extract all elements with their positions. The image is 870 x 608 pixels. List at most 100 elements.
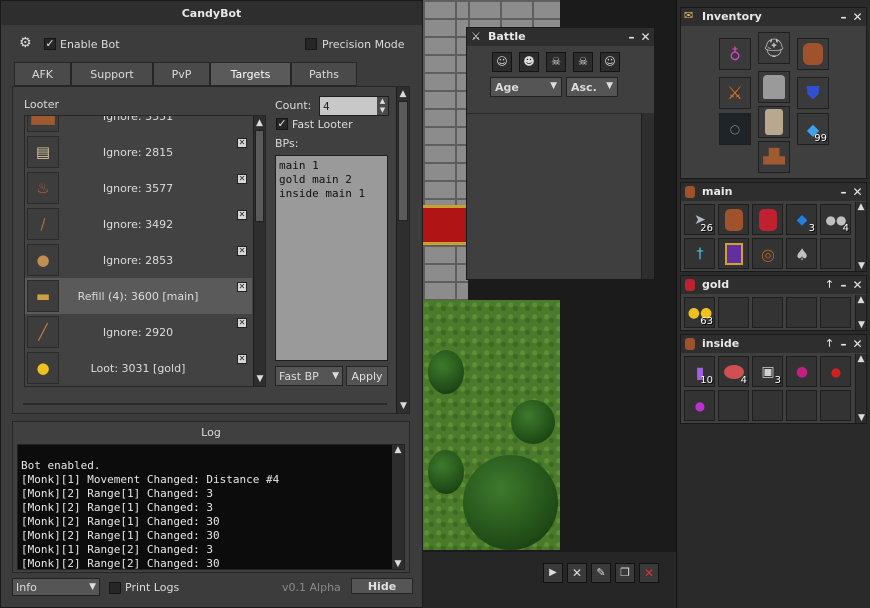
filter-party-icon[interactable]: ☺ (600, 52, 620, 72)
bp-entry[interactable]: inside main 1 (279, 187, 384, 201)
looter-scrollbar[interactable]: ▲ ▼ (253, 116, 265, 386)
helmet-slot[interactable]: ⛑ (758, 32, 790, 64)
gold-title-bar[interactable]: gold 🡑 – ✕ (681, 276, 866, 294)
chevron-down-icon[interactable]: ▼ (856, 413, 867, 423)
tab-pvp[interactable]: PvP (153, 62, 210, 86)
empty-slot[interactable] (786, 297, 817, 328)
enable-bot-checkbox[interactable] (44, 38, 56, 50)
weapon-slot[interactable]: ⚔ (719, 77, 751, 109)
item-slot[interactable] (752, 204, 783, 235)
looter-row[interactable]: / Ignore: 3492 ✕ (25, 206, 252, 242)
precision-mode-checkbox[interactable] (305, 38, 317, 50)
chevron-down-icon[interactable]: ▼ (392, 559, 404, 569)
chevron-down-icon[interactable]: ▼ (397, 401, 410, 411)
main-scrollbar[interactable]: ▲ ▼ (855, 202, 866, 271)
remove-row-icon[interactable]: ✕ (237, 138, 247, 148)
looter-row[interactable]: ▟▙Ignore: 3351✕ (25, 116, 252, 134)
minimize-icon[interactable]: – (837, 278, 850, 292)
scroll-thumb[interactable] (255, 130, 264, 222)
item-slot[interactable]: ▣ 3 (752, 356, 783, 387)
shield-slot[interactable]: ⛊ (797, 77, 829, 109)
empty-slot[interactable] (752, 390, 783, 421)
up-arrow-icon[interactable]: 🡑 (823, 337, 836, 351)
gear-icon[interactable]: ⚙ (19, 35, 32, 51)
empty-slot[interactable] (820, 297, 851, 328)
up-arrow-icon[interactable]: 🡑 (823, 278, 836, 292)
remove-row-icon[interactable]: ✕ (237, 354, 247, 364)
necklace-slot[interactable]: ♁ (719, 38, 751, 70)
inside-title-bar[interactable]: inside 🡑 – ✕ (681, 335, 866, 353)
filter-skulls-icon[interactable]: ☠ (573, 52, 593, 72)
close-icon[interactable]: ✕ (851, 185, 864, 199)
empty-slot[interactable] (786, 390, 817, 421)
item-slot[interactable]: ◆ 3 (786, 204, 817, 235)
remove-row-icon[interactable]: ✕ (237, 318, 247, 328)
item-slot[interactable]: ● (684, 390, 715, 421)
fast-bp-select[interactable]: Fast BP ▼ (275, 366, 343, 386)
print-logs-checkbox[interactable] (109, 582, 121, 594)
tab-afk[interactable]: AFK (14, 62, 71, 86)
close-red-icon[interactable]: ✕ (639, 563, 659, 583)
filter-npcs-icon[interactable]: ☻ (519, 52, 539, 72)
remove-row-icon[interactable]: ✕ (237, 174, 247, 184)
window-icon[interactable]: ❐ (615, 563, 635, 583)
close-icon[interactable]: ✕ (851, 278, 864, 292)
item-slot[interactable]: † (684, 238, 715, 269)
filter-players-icon[interactable]: ☺ (492, 52, 512, 72)
chevron-down-icon[interactable]: ▼ (856, 320, 867, 330)
empty-slot[interactable] (752, 297, 783, 328)
close-icon[interactable]: ✕ (639, 30, 652, 44)
panel-scrollbar[interactable]: ▲ ▼ (396, 87, 409, 413)
chevron-up-icon[interactable]: ▲ (392, 445, 404, 455)
chevron-up-icon[interactable]: ▲ (856, 354, 866, 364)
looter-row[interactable]: ♨ Ignore: 3577 ✕ (25, 170, 252, 206)
looter-row[interactable]: ● Loot: 3031 [gold] ✕ (25, 350, 252, 386)
tab-support[interactable]: Support (71, 62, 153, 86)
item-slot[interactable]: ●● 63 (684, 297, 715, 328)
minimize-icon[interactable]: – (837, 337, 850, 351)
armor-slot[interactable] (758, 71, 790, 103)
bp-entry[interactable]: main 1 (279, 159, 384, 173)
bps-list[interactable]: main 1 gold main 2 inside main 1 (275, 155, 388, 361)
scroll-thumb[interactable] (398, 101, 408, 221)
gold-scrollbar[interactable]: ▲ ▼ (855, 295, 866, 330)
remove-row-icon[interactable]: ✕ (237, 210, 247, 220)
item-slot[interactable] (718, 238, 749, 269)
feet-slot[interactable]: ▟▙ (758, 141, 790, 173)
looter-row[interactable]: ● Ignore: 2853 ✕ (25, 242, 252, 278)
ring-slot[interactable]: ○ (719, 113, 751, 145)
sort-by-select[interactable]: Age ▼ (490, 77, 562, 97)
candybot-title-bar[interactable]: CandyBot (1, 1, 422, 25)
minimize-icon[interactable]: – (625, 30, 638, 44)
bp-entry[interactable]: gold main 2 (279, 173, 384, 187)
legs-slot[interactable] (758, 106, 790, 138)
backpack-slot[interactable] (797, 38, 829, 70)
chevron-up-icon[interactable]: ▲ (397, 89, 409, 99)
log-output[interactable]: Bot enabled. [Monk][1] Movement Changed: … (17, 444, 405, 570)
item-slot[interactable]: ♠ (786, 238, 817, 269)
tab-targets[interactable]: Targets (210, 62, 291, 86)
item-slot[interactable]: ➤ 26 (684, 204, 715, 235)
battle-scrollbar[interactable] (641, 113, 654, 279)
item-slot[interactable]: ● (820, 356, 851, 387)
tab-paths[interactable]: Paths (291, 62, 357, 86)
close-icon[interactable]: ✕ (851, 337, 864, 351)
log-scrollbar[interactable]: ▲ ▼ (392, 445, 404, 569)
battle-title-bar[interactable]: ⚔ Battle – ✕ (467, 28, 654, 46)
cancel-icon[interactable]: ✕ (567, 563, 587, 583)
chevron-up-icon[interactable]: ▲ (254, 118, 265, 128)
item-slot[interactable]: 4 (718, 356, 749, 387)
minimize-icon[interactable]: – (837, 185, 850, 199)
item-slot[interactable] (718, 204, 749, 235)
looter-row[interactable]: ╱ Ignore: 2920 ✕ (25, 314, 252, 350)
empty-slot[interactable] (718, 390, 749, 421)
filter-monsters-icon[interactable]: ☠ (546, 52, 566, 72)
remove-row-icon[interactable]: ✕ (237, 246, 247, 256)
chevron-down-icon[interactable]: ▼ (856, 261, 867, 271)
chevron-down-icon[interactable]: ▼ (254, 374, 265, 384)
inside-scrollbar[interactable]: ▲ ▼ (855, 354, 866, 423)
empty-slot[interactable] (820, 390, 851, 421)
sort-order-select[interactable]: Asc. ▼ (566, 77, 618, 97)
log-level-select[interactable]: Info ▼ (12, 578, 100, 596)
inventory-title-bar[interactable]: ✉ Inventory – ✕ (681, 8, 866, 26)
